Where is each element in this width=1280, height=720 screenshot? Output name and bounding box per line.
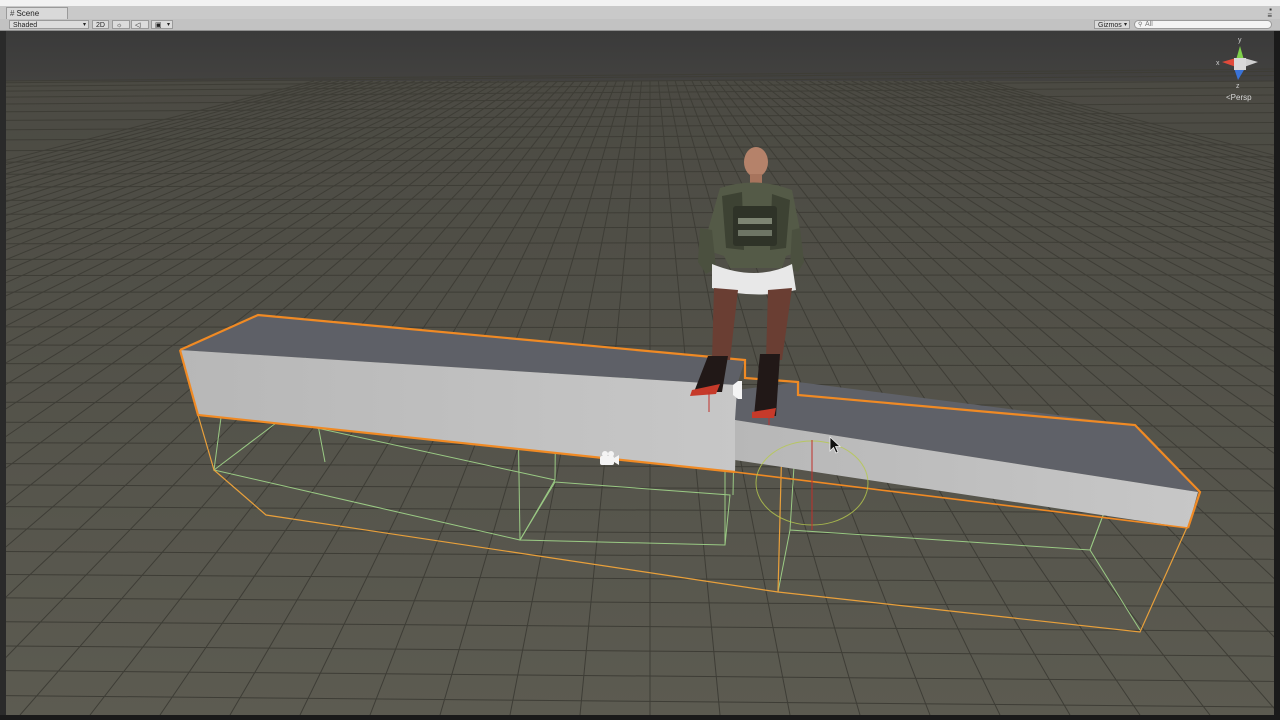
gizmos-dropdown[interactable]: Gizmos	[1094, 20, 1130, 30]
scene-viewport[interactable]: y x z	[6, 31, 1274, 715]
tab-bar: # Scene ▪ ≡	[0, 6, 1280, 20]
shading-mode-label: Shaded	[13, 22, 38, 29]
sun-icon: ☼	[116, 22, 123, 29]
audio-toggle-button[interactable]: ◁	[131, 20, 149, 29]
scene-hash-icon: #	[10, 9, 15, 18]
2d-toggle-label: 2D	[96, 22, 105, 29]
mouse-cursor-icon	[829, 436, 841, 454]
gizmos-label: Gizmos	[1098, 22, 1122, 29]
grid-line	[6, 308, 1274, 311]
gizmo-y-label: y	[1238, 37, 1242, 44]
projection-toggle[interactable]: <Persp	[1226, 93, 1252, 102]
search-placeholder: All	[1145, 21, 1153, 28]
tab-scene-label: Scene	[16, 9, 40, 18]
shading-mode-dropdown[interactable]: Shaded	[9, 20, 89, 30]
right-edge	[1274, 31, 1280, 715]
grid-line	[6, 274, 1274, 276]
projection-label: Persp	[1230, 93, 1252, 102]
lighting-toggle-button[interactable]: ☼	[112, 20, 130, 29]
window-controls[interactable]: ▪ ≡	[1267, 6, 1272, 20]
search-input[interactable]: ⚲ All	[1134, 20, 1272, 29]
tab-scene[interactable]: # Scene	[6, 7, 68, 19]
search-icon: ⚲	[1138, 22, 1143, 28]
gizmo-z-label: z	[1236, 83, 1240, 90]
2d-toggle-button[interactable]: 2D	[92, 20, 109, 29]
scene-toolbar: Shaded 2D ☼ ◁ ▣ Gizmos ⚲ All	[0, 19, 1280, 31]
speaker-icon: ◁	[135, 22, 141, 29]
gizmo-x-label: x	[1216, 60, 1220, 67]
image-icon: ▣	[155, 22, 162, 29]
effects-dropdown[interactable]: ▣	[151, 20, 173, 30]
unity-editor-window: #Scene ▪ ≡ Shaded 2D ☼ ◁ ▣ Gizmos ⚲ All	[0, 0, 1280, 720]
bottom-edge	[0, 715, 1280, 720]
